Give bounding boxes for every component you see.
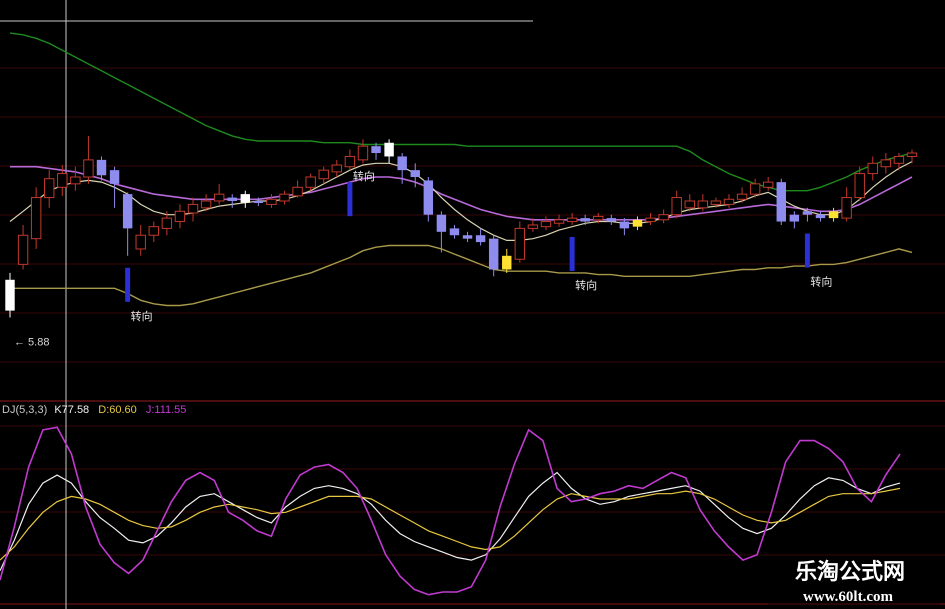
- kdj-legend-k: K77.58: [54, 404, 89, 416]
- signal-bar: [569, 236, 575, 271]
- watermark-title: 乐淘公式网: [795, 559, 905, 585]
- kdj-legend-j: J:111.55: [146, 404, 187, 416]
- signal-label: 转向: [810, 275, 832, 289]
- price-low-label: ← 5.88: [14, 336, 49, 348]
- signal-bar: [347, 182, 353, 217]
- candle: [776, 178, 786, 225]
- signal-bar: [804, 233, 810, 268]
- signal-bar: [125, 267, 131, 302]
- signal-label: 转向: [353, 169, 375, 183]
- signal-label: 转向: [575, 278, 597, 292]
- signal-label: 转向: [131, 309, 153, 323]
- kdj-legend-d: D:60.60: [98, 404, 137, 416]
- kdj-legend-name: DJ(5,3,3): [2, 404, 47, 416]
- watermark: 乐淘公式网 www.60lt.com: [768, 556, 940, 606]
- stock-chart[interactable]: 转向转向转向 转向 ← 5.88 DJ(5,3,3) K77.58 D:60.60…: [0, 0, 945, 609]
- watermark-url: www.60lt.com: [803, 589, 893, 605]
